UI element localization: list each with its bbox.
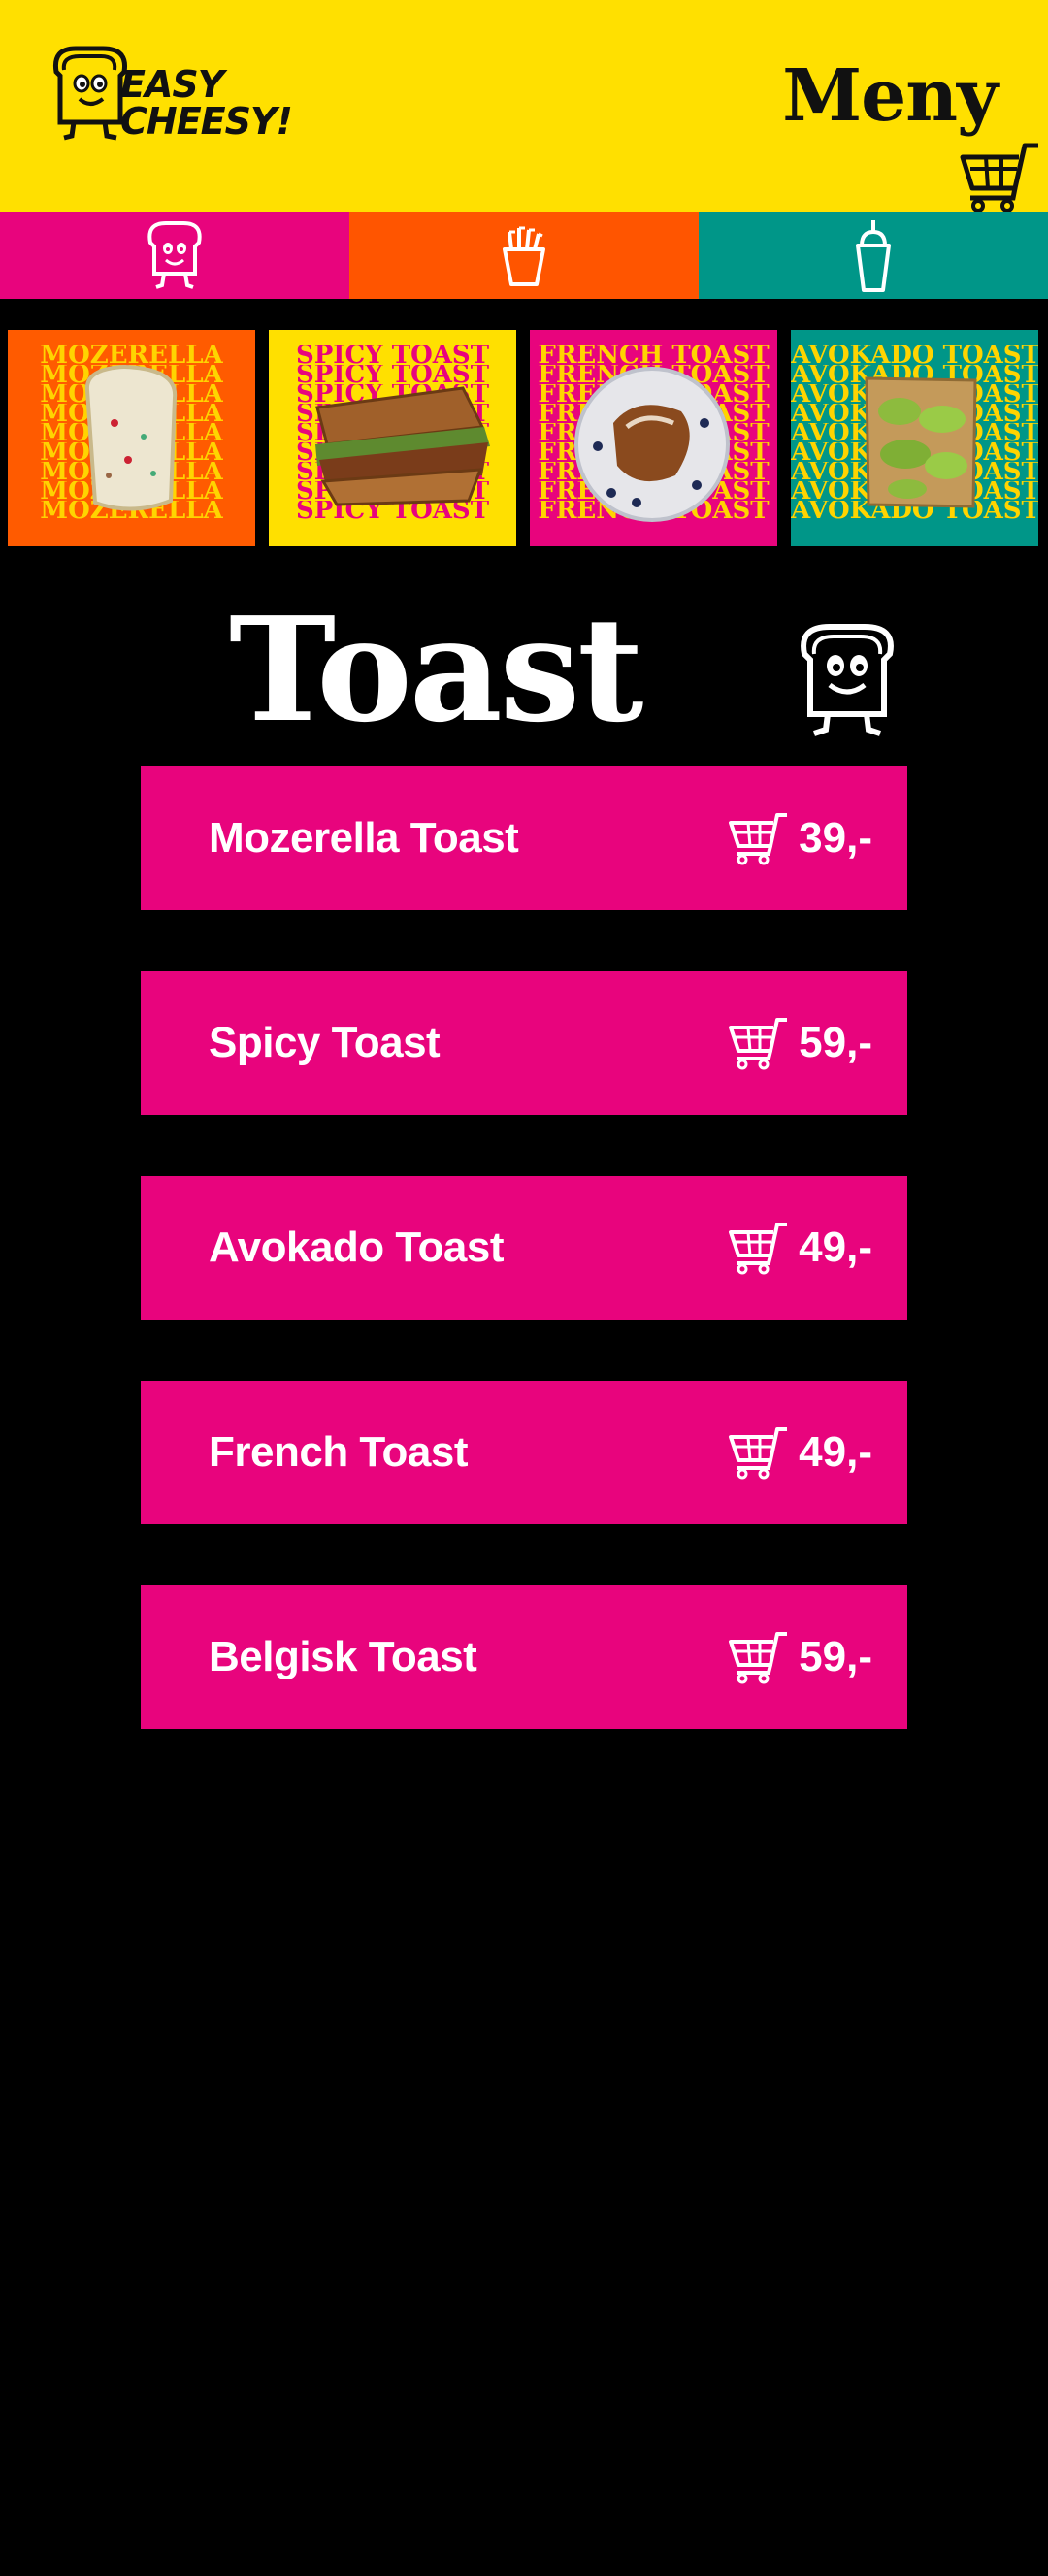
menu-item-name: Spicy Toast <box>209 1019 441 1066</box>
add-to-cart-icon[interactable] <box>727 1221 789 1275</box>
menu-item-name: Avokado Toast <box>209 1223 505 1271</box>
menu-item-mozerella-toast[interactable]: Mozerella Toast 39,- <box>141 766 907 910</box>
category-bar <box>0 212 1048 299</box>
menu-item-name: Belgisk Toast <box>209 1633 477 1680</box>
cart-icon[interactable] <box>957 142 1040 213</box>
carousel-card-avokado[interactable]: AVOKADO TOAST AVOKADO TOAST AVOKADO TOAST A… <box>791 330 1038 546</box>
toast-mascot-icon <box>147 220 202 289</box>
add-to-cart-icon[interactable] <box>727 1016 789 1070</box>
menu-item-price: 49,- <box>799 1223 872 1271</box>
easy-cheesy-logo[interactable]: EASY CHEESY! <box>47 43 293 144</box>
carousel-card-mozerella[interactable]: MOZERELLAMOZERELLAMOZERELLAMOZERELLAMOZE… <box>8 330 255 546</box>
app-header: EASY CHEESY! Meny <box>0 0 1048 212</box>
spicy-toast-image <box>315 386 490 506</box>
page-title: Meny <box>782 54 999 138</box>
logo-line-2: CHEESY! <box>120 100 293 143</box>
add-to-cart-icon[interactable] <box>727 811 789 865</box>
menu-item-spicy-toast[interactable]: Spicy Toast 59,- <box>141 971 907 1115</box>
menu-item-belgisk-toast[interactable]: Belgisk Toast 59,- <box>141 1585 907 1729</box>
logo-wordmark: EASY CHEESY! <box>120 63 293 143</box>
add-to-cart-icon[interactable] <box>727 1425 789 1480</box>
menu-item-price: 59,- <box>799 1019 872 1066</box>
menu-item-name: Mozerella Toast <box>209 814 519 862</box>
avokado-toast-image <box>865 376 977 508</box>
category-tab-toast[interactable] <box>0 212 349 299</box>
menu-item-avokado-toast[interactable]: Avokado Toast 49,- <box>141 1176 907 1320</box>
menu-item-price: 39,- <box>799 814 872 862</box>
fries-icon <box>503 226 545 286</box>
menu-item-french-toast[interactable]: French Toast 49,- <box>141 1381 907 1524</box>
menu-item-price: 59,- <box>799 1633 872 1680</box>
category-tab-fries[interactable] <box>349 212 699 299</box>
menu-item-price: 49,- <box>799 1428 872 1476</box>
featured-carousel: MOZERELLAMOZERELLAMOZERELLAMOZERELLAMOZE… <box>0 330 1048 546</box>
section-title: Toast <box>229 585 643 754</box>
menu-item-name: French Toast <box>209 1428 469 1476</box>
toast-mascot-icon <box>801 624 894 736</box>
logo-line-1: EASY <box>120 63 224 106</box>
category-tab-drinks[interactable] <box>699 212 1048 299</box>
mozerella-toast-image <box>84 364 178 511</box>
carousel-card-spicy[interactable]: SPICY TOAST SPICY TOAST SPICY TOAST SPICY T… <box>269 330 516 546</box>
french-toast-image <box>574 367 730 522</box>
smoothie-icon <box>856 219 891 292</box>
carousel-card-french[interactable]: FRENCH TOASTFRENCH TOASTFRENCH TOASTFREN… <box>530 330 777 546</box>
add-to-cart-icon[interactable] <box>727 1630 789 1684</box>
